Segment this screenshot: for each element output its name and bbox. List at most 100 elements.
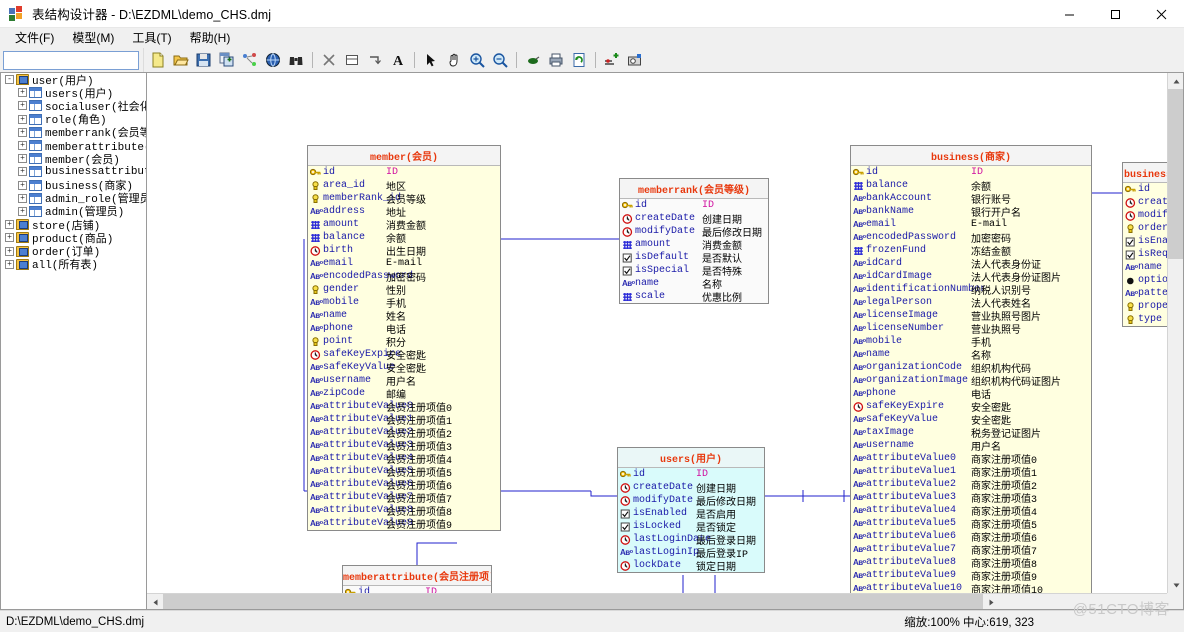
open-folder-icon[interactable] [170,49,192,71]
er-field-row[interactable]: id ID [618,468,764,481]
new-table-icon[interactable] [341,49,363,71]
menu-tools[interactable]: 工具(T) [123,27,180,48]
toolbar: A [143,48,1184,72]
expand-toggle-icon[interactable]: + [18,206,27,216]
minimize-button[interactable] [1046,0,1092,28]
er-field-name-cell: area_id [310,180,365,191]
er-field-name: id [633,469,646,480]
er-field-name: safeKeyValue [866,414,939,425]
scroll-right-button[interactable] [983,594,999,609]
er-field-name-cell: Aʙᵒ name [310,310,347,321]
er-field-row[interactable]: isSpecial 是否特殊 [620,264,768,279]
er-field-name: organizationImage [866,375,969,386]
expand-toggle-icon[interactable]: + [5,259,14,269]
er-field-row[interactable]: Aʙᵒ attributeValue9 会员注册项值9 [308,517,500,532]
binoculars-icon[interactable] [285,49,307,71]
camera-icon[interactable] [624,49,646,71]
close-button[interactable] [1138,0,1184,28]
er-table-business[interactable]: business(商家) id ID balance 余额 Aʙᵒ bankAccount 银… [850,145,1092,609]
diagram-canvas-panel[interactable]: member(会员) id ID area_id 地区 memberRank_id 会员等级… [146,72,1184,610]
pan-hand-icon[interactable] [443,49,465,71]
delete-x-icon[interactable] [318,49,340,71]
text-field-icon: Aʙᵒ [853,284,866,294]
canvas-vertical-scrollbar[interactable] [1167,73,1183,593]
mouse-icon[interactable] [522,49,544,71]
text-field-icon: Aʙᵒ [310,518,323,528]
zoom-out-icon[interactable] [489,49,511,71]
er-field-comment: 会员注册项值9 [386,520,453,532]
er-field-row[interactable]: amount 消费金额 [620,238,768,253]
text-field-icon: Aʙᵒ [1125,262,1138,272]
er-table-member[interactable]: member(会员) id ID area_id 地区 memberRank_id 会员等级… [307,145,501,532]
pointer-arrow-icon[interactable] [420,49,442,71]
er-field-name-cell: balance [853,180,908,191]
expand-toggle-icon[interactable]: + [18,154,27,164]
expand-toggle-icon[interactable]: + [18,114,27,124]
expand-toggle-icon[interactable]: + [5,246,14,256]
expand-toggle-icon[interactable]: + [5,233,14,243]
model-tree-panel[interactable]: - user(用户) + users(用户) + socialuser(社会化F + role… [0,72,146,610]
er-field-row[interactable]: scale 优惠比例 [620,290,768,305]
er-field-name-cell: Aʙᵒ licenseImage [853,310,938,321]
expand-toggle-icon[interactable]: + [18,101,27,111]
er-field-name-cell: point [310,336,353,347]
horizontal-scroll-thumb[interactable] [163,594,983,609]
er-field-name: attributeValue8 [866,557,957,568]
menu-help[interactable]: 帮助(H) [181,27,240,48]
settings-add-icon[interactable] [601,49,623,71]
er-field-row[interactable]: Aʙᵒ bankName 银行开户名 [851,205,1091,220]
er-field-row[interactable]: id ID [620,199,768,212]
save-icon[interactable] [193,49,215,71]
diagram-canvas[interactable]: member(会员) id ID area_id 地区 memberRank_id 会员等级… [147,73,1183,609]
expand-toggle-icon[interactable]: + [18,193,27,203]
er-table-users[interactable]: users(用户) id ID createDate 创建日期 modifyDate 最后修… [617,447,765,574]
date-field-icon [853,401,864,412]
tree-search-input[interactable] [3,50,139,70]
globe-icon[interactable] [262,49,284,71]
er-field-row[interactable]: isDefault 是否默认 [620,251,768,266]
er-field-name-cell: scale [622,291,665,302]
vertical-scroll-thumb[interactable] [1168,89,1183,259]
date-field-icon [310,245,321,256]
expand-toggle-icon[interactable]: + [5,220,14,230]
scroll-up-button[interactable] [1168,73,1183,89]
menu-model[interactable]: 模型(M) [63,27,123,48]
er-field-name-cell: Aʙᵒ legalPerson [853,297,932,308]
tree-node[interactable]: + all(所有表) [1,258,146,272]
scroll-down-button[interactable] [1168,577,1183,593]
er-field-row[interactable]: lockDate 锁定日期 [618,559,764,574]
date-field-icon [1125,197,1136,208]
er-field-name: identificationNumber [866,284,987,295]
relation-link-icon[interactable] [364,49,386,71]
expand-toggle-icon[interactable]: + [18,180,27,190]
expand-toggle-icon[interactable]: + [18,167,27,177]
er-field-row[interactable]: modifyDate最后修改日期 [618,494,764,509]
print-icon[interactable] [545,49,567,71]
er-field-name: attributeValue4 [866,505,957,516]
copy-database-icon[interactable] [216,49,238,71]
expand-toggle-icon[interactable]: + [18,127,27,137]
er-field-row[interactable]: modifyDate最后修改日期 [620,225,768,240]
er-field-row[interactable]: birth 出生日期 [308,244,500,259]
er-table-memberrank[interactable]: memberrank(会员等级) id ID createDate 创建日期 modify… [619,178,769,305]
menu-file[interactable]: 文件(F) [6,27,63,48]
er-field-row[interactable]: Aʙᵒ lastLoginIp 最后登录IP [618,546,764,561]
expand-toggle-icon[interactable]: + [18,141,27,151]
scroll-left-button[interactable] [147,594,163,609]
canvas-horizontal-scrollbar[interactable] [147,593,1167,609]
maximize-button[interactable] [1092,0,1138,28]
refresh-page-icon[interactable] [568,49,590,71]
er-field-name: name [1138,262,1163,273]
tree-node[interactable]: + member(会员) [1,152,146,167]
new-file-icon[interactable] [147,49,169,71]
er-field-row[interactable]: isEnabled是否启用 [618,507,764,522]
reverse-engineer-icon[interactable] [239,49,261,71]
er-field-name: attributeValue3 [866,492,957,503]
collapse-toggle-icon[interactable]: - [5,75,14,85]
er-field-name: username [866,440,915,451]
zoom-in-icon[interactable] [466,49,488,71]
er-field-row[interactable]: Aʙᵒname名称 [620,277,768,292]
er-field-name-cell: Aʙᵒ attributeValue6 [853,531,956,542]
expand-toggle-icon[interactable]: + [18,88,27,98]
text-label-icon[interactable]: A [387,49,409,71]
